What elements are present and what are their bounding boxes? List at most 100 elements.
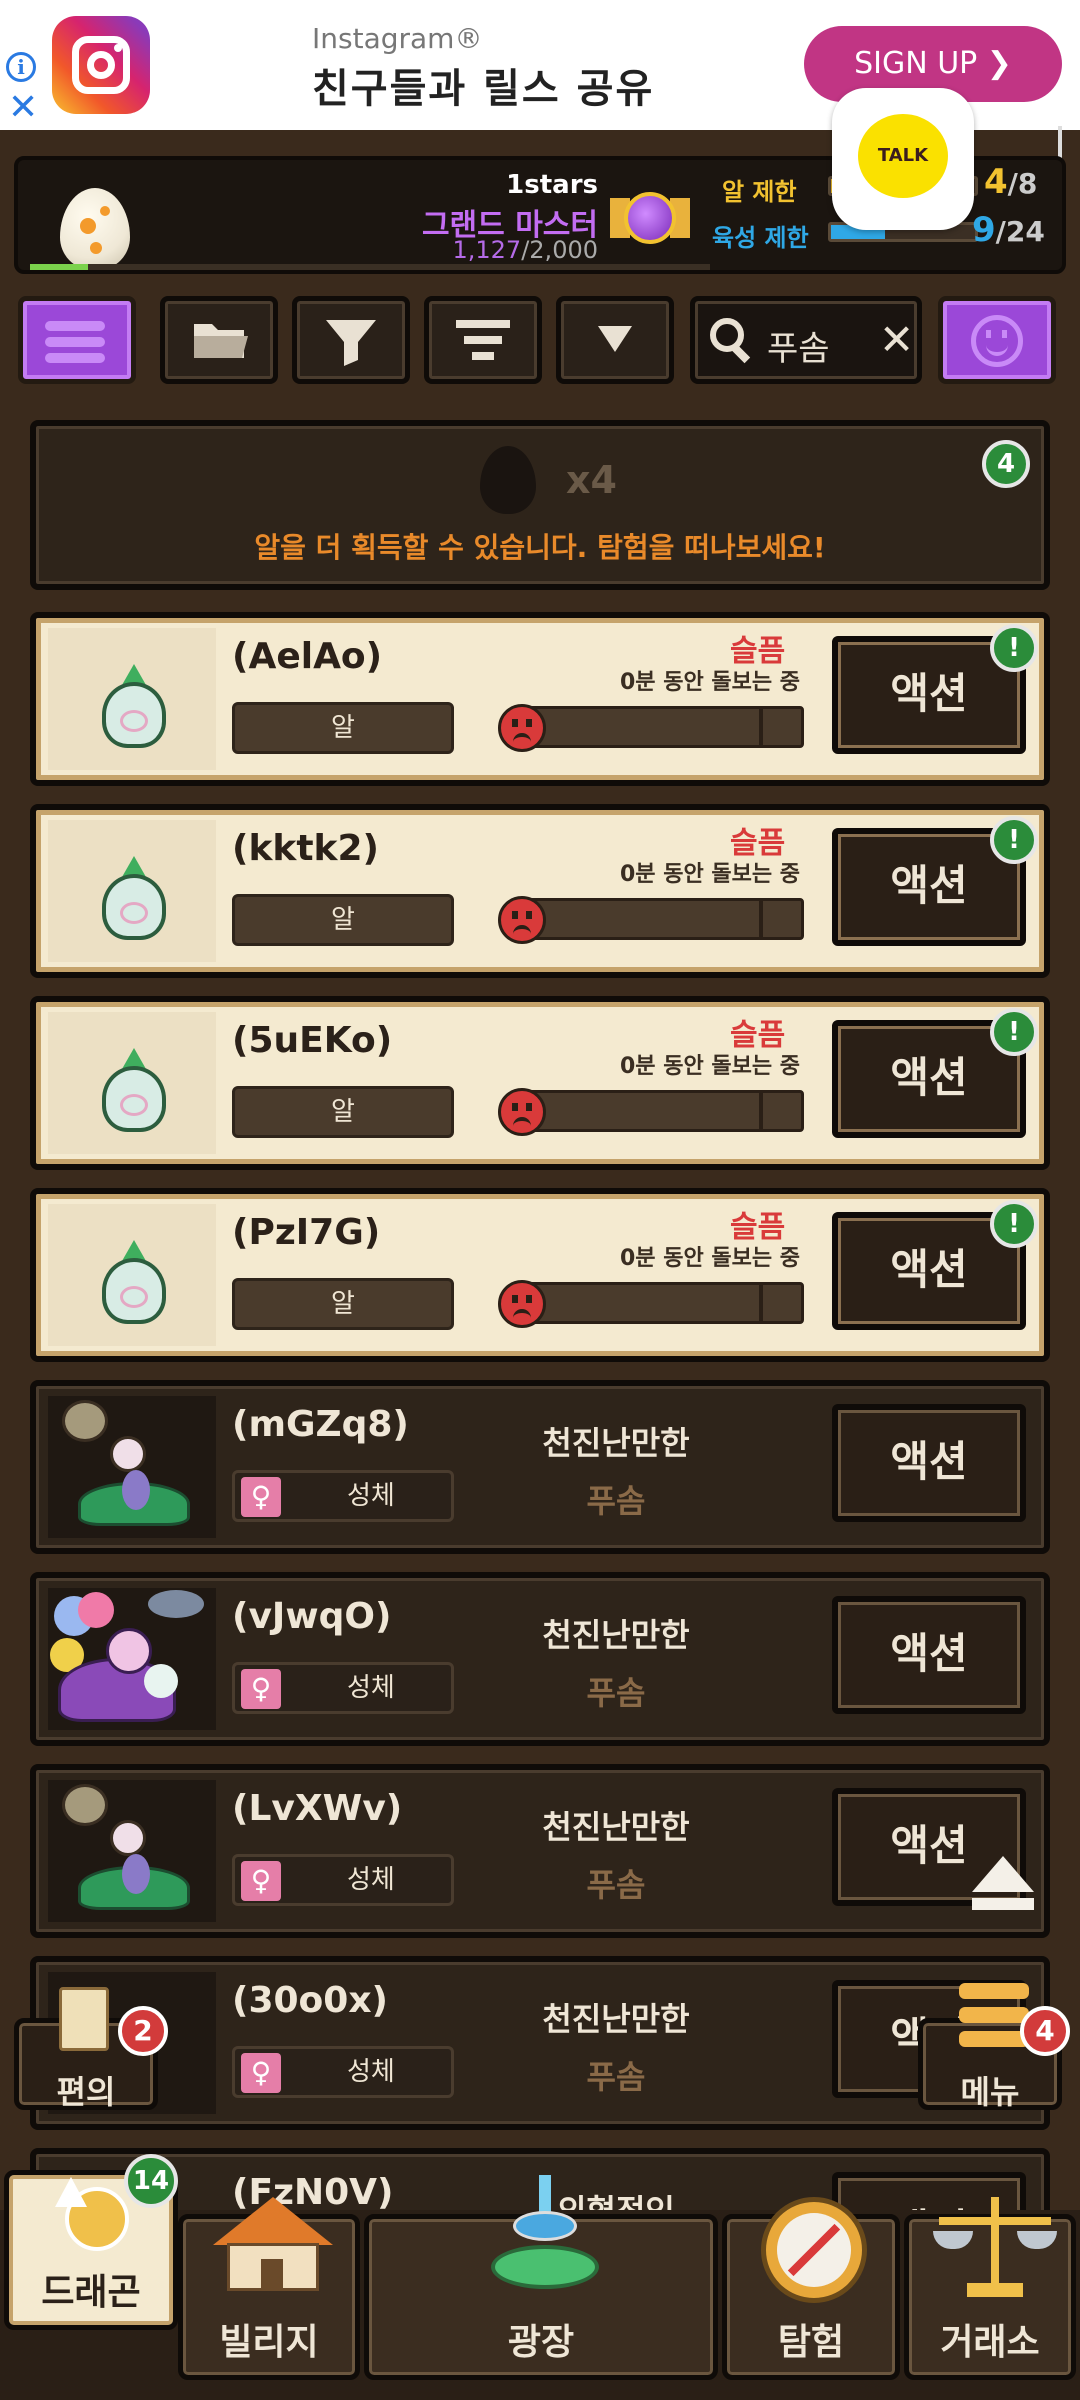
alert-badge: !	[990, 1200, 1038, 1248]
care-time: 0분 동안 돌보는 중	[620, 1246, 800, 1271]
dragon-sprite-icon	[48, 1780, 216, 1922]
raise-limit-value: 9/24	[972, 210, 1045, 250]
action-button[interactable]: 액션	[832, 1404, 1026, 1522]
egg-available-count: x4	[566, 458, 617, 502]
dragon-species: 푸솜	[586, 1866, 646, 1904]
dragon-thumbnail	[48, 1396, 216, 1538]
alert-badge: !	[990, 816, 1038, 864]
search-clear-icon[interactable]: ✕	[879, 315, 914, 364]
dragon-thumbnail	[48, 1780, 216, 1922]
egg-notice-badge: 4	[982, 440, 1030, 488]
egg-thumbnail	[48, 820, 216, 962]
egg-acquire-notice: x4 알을 더 획득할 수 있습니다. 탐험을 떠나보세요! 4	[30, 420, 1050, 590]
egg-row[interactable]: (kktk2) 알 슬픔 0분 동안 돌보는 중 액션 !	[30, 804, 1050, 978]
action-button[interactable]: 액션	[832, 1596, 1026, 1714]
dragon-stage: ♀ 성체	[232, 2046, 454, 2098]
search-value: 푸솜	[767, 329, 830, 369]
kakao-talk-icon: TALK	[858, 114, 948, 198]
fountain-icon	[485, 2175, 605, 2305]
dragon-stage: ♀ 성체	[232, 1470, 454, 1522]
smiley-icon	[971, 315, 1023, 367]
rank-badge-icon[interactable]	[610, 170, 690, 258]
instagram-logo-icon	[52, 16, 150, 114]
menu-stack-icon	[959, 1983, 1029, 2053]
dragon-stage: ♀ 성체	[232, 1662, 454, 1714]
ad-info-icon[interactable]: i	[6, 52, 36, 82]
folder-icon	[194, 324, 248, 358]
egg-name: (AelAo)	[232, 636, 383, 677]
profile-button[interactable]	[938, 296, 1056, 384]
menu-badge: 4	[1020, 2006, 1070, 2056]
care-time: 0분 동안 돌보는 중	[620, 862, 800, 887]
stage-label: 성체	[347, 1865, 395, 1895]
dragon-name: (mGZq8)	[232, 1404, 409, 1445]
folder-button[interactable]	[160, 296, 278, 384]
egg-stage: 알	[232, 702, 454, 754]
egg-name: (5uEKo)	[232, 1020, 393, 1061]
green-egg-icon	[102, 856, 166, 940]
xp-progress-bar	[30, 264, 710, 270]
egg-thumbnail	[48, 628, 216, 770]
egg-stage: 알	[232, 894, 454, 946]
convenience-label: 편의	[56, 2073, 116, 2111]
egg-stage: 알	[232, 1086, 454, 1138]
egg-stage: 알	[232, 1278, 454, 1330]
care-time: 0분 동안 돌보는 중	[620, 670, 800, 695]
nav-village[interactable]: 빌리지	[178, 2197, 360, 2380]
dragon-row[interactable]: (30o0x) ♀ 성체 천진난만한 푸솜 액션	[30, 1956, 1050, 2130]
egg-row[interactable]: (AelAo) 알 슬픔 0분 동안 돌보는 중 액션 !	[30, 612, 1050, 786]
ad-brand: Instagram®	[312, 22, 483, 55]
chevron-down-icon	[598, 326, 632, 352]
raise-limit-label: 육성 제한	[712, 224, 809, 252]
sad-face-icon	[498, 896, 546, 944]
female-icon: ♀	[241, 1861, 281, 1901]
dragon-trait: 천진난만한	[542, 2000, 690, 2038]
care-time: 0분 동안 돌보는 중	[620, 1054, 800, 1079]
care-progress-bar	[512, 1090, 804, 1132]
ad-close-icon[interactable]: ✕	[8, 90, 38, 126]
search-input[interactable]: 푸솜 ✕	[690, 296, 922, 384]
egg-name: (PzI7G)	[232, 1212, 381, 1253]
egg-row[interactable]: (5uEKo) 알 슬픔 0분 동안 돌보는 중 액션 !	[30, 996, 1050, 1170]
egg-row[interactable]: (PzI7G) 알 슬픔 0분 동안 돌보는 중 액션 !	[30, 1188, 1050, 1362]
nav-plaza[interactable]: 광장	[364, 2175, 718, 2380]
dragon-row[interactable]: (LvXWv) ♀ 성체 천진난만한 푸솜 액션	[30, 1764, 1050, 1938]
scroll-to-top-icon[interactable]	[968, 1856, 1038, 1916]
egg-thumbnail	[48, 1204, 216, 1346]
xp-max: /2,000	[521, 236, 598, 264]
dragon-species: 푸솜	[586, 1482, 646, 1520]
female-icon: ♀	[241, 2053, 281, 2093]
menu-toggle-button[interactable]	[18, 296, 136, 384]
menu-label: 메뉴	[960, 2073, 1020, 2111]
nav-explore-label: 탐험	[777, 2322, 845, 2363]
nav-market[interactable]: 거래소	[904, 2197, 1076, 2380]
scroll-icon	[59, 1987, 109, 2051]
sort-button[interactable]	[424, 296, 542, 384]
sad-face-icon	[498, 704, 546, 752]
xp-current: 1,127	[452, 236, 522, 264]
filter-icon	[326, 320, 376, 366]
stage-label: 성체	[347, 1673, 395, 1703]
nav-market-label: 거래소	[940, 2322, 1040, 2363]
dragon-trait: 천진난만한	[542, 1808, 690, 1846]
egg-icon	[60, 188, 130, 270]
sad-face-icon	[498, 1280, 546, 1328]
nav-explore[interactable]: 탐험	[722, 2197, 900, 2380]
player-xp: 1,127/2,000	[398, 236, 598, 264]
alert-badge: !	[990, 624, 1038, 672]
kakao-talk-button[interactable]: TALK	[832, 88, 974, 230]
dragon-species: 푸솜	[586, 2058, 646, 2096]
egg-limit-value: 4/8	[984, 162, 1038, 202]
dragon-row[interactable]: (vJwqO) ♀ 성체 천진난만한 푸솜 액션	[30, 1572, 1050, 1746]
egg-limit-label: 알 제한	[722, 178, 797, 206]
dragon-row[interactable]: (mGZq8) ♀ 성체 천진난만한 푸솜 액션	[30, 1380, 1050, 1554]
female-icon: ♀	[241, 1669, 281, 1709]
compass-icon	[755, 2197, 873, 2307]
care-progress-bar	[512, 1282, 804, 1324]
sort-icon	[456, 320, 510, 360]
filter-button[interactable]	[292, 296, 410, 384]
dragon-sprite-icon	[48, 1588, 216, 1730]
dragon-name: (30o0x)	[232, 1980, 389, 2021]
dragon-name: (vJwqO)	[232, 1596, 392, 1637]
dropdown-button[interactable]	[556, 296, 674, 384]
